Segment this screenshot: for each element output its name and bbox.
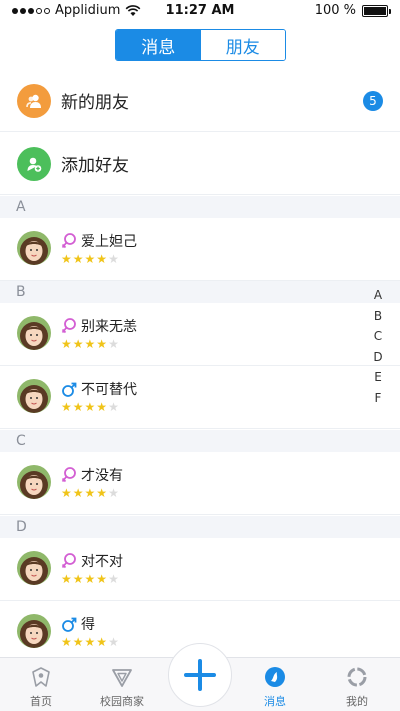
section-header-a: A	[0, 196, 400, 218]
star-icon: ★	[72, 572, 84, 586]
add-button[interactable]	[168, 643, 232, 707]
index-letter-d[interactable]: D	[373, 347, 382, 368]
female-icon	[61, 552, 77, 570]
alphabet-index-bar[interactable]: ABCDEF	[370, 285, 386, 409]
segmented-control: 消息 朋友	[115, 29, 286, 61]
star-icon: ★	[108, 572, 119, 586]
contact-row[interactable]: 爱上妲己 ★ ★ ★ ★ ★	[0, 218, 400, 281]
avatar	[17, 465, 51, 499]
tab-profile[interactable]: 我的	[317, 658, 397, 711]
star-icon: ★	[72, 486, 84, 500]
tab-profile-label: 我的	[346, 695, 368, 708]
index-letter-a[interactable]: A	[374, 285, 382, 306]
index-letter-b[interactable]: B	[374, 306, 382, 327]
star-icon: ★	[61, 635, 72, 649]
tab-home-label: 首页	[30, 695, 52, 708]
new-friends-badge: 5	[363, 90, 383, 111]
tab-home[interactable]: 首页	[1, 658, 81, 711]
profile-icon	[345, 665, 369, 689]
add-friend-row[interactable]: 添加好友	[0, 133, 400, 195]
star-icon: ★	[72, 635, 84, 649]
index-letter-f[interactable]: F	[375, 388, 382, 409]
female-icon	[61, 466, 77, 484]
star-icon: ★	[72, 252, 84, 266]
contact-name: 对不对	[81, 554, 123, 570]
contact-row[interactable]: 才没有 ★ ★ ★ ★ ★	[0, 452, 400, 515]
star-icon: ★	[72, 337, 84, 351]
star-rating: ★ ★ ★ ★ ★	[61, 338, 119, 351]
star-icon: ★	[96, 337, 108, 351]
battery-percent: 100 %	[314, 3, 356, 18]
avatar	[17, 614, 51, 648]
section-header-d: D	[0, 516, 400, 538]
star-icon: ★	[96, 572, 108, 586]
add-friend-icon	[17, 146, 51, 181]
star-icon: ★	[108, 252, 119, 266]
new-friends-label: 新的朋友	[61, 93, 129, 113]
star-icon: ★	[72, 400, 84, 414]
star-icon: ★	[96, 486, 108, 500]
star-icon: ★	[61, 400, 72, 414]
star-icon: ★	[108, 337, 119, 351]
star-icon: ★	[84, 337, 96, 351]
star-icon: ★	[61, 337, 72, 351]
female-icon	[61, 317, 77, 335]
campus-shop-icon	[110, 665, 134, 689]
contact-row[interactable]: 对不对 ★ ★ ★ ★ ★	[0, 538, 400, 601]
contact-row[interactable]: 别来无恙 ★ ★ ★ ★ ★	[0, 303, 400, 366]
avatar	[17, 379, 51, 413]
star-icon: ★	[61, 252, 72, 266]
contact-name: 爱上妲己	[81, 234, 137, 250]
section-header-b: B	[0, 281, 400, 303]
star-icon: ★	[108, 486, 119, 500]
battery-level	[364, 6, 386, 15]
star-icon: ★	[84, 635, 96, 649]
status-right: 100 %	[314, 3, 391, 18]
tab-messages-bottom[interactable]: 消息	[235, 658, 315, 711]
male-icon	[61, 380, 77, 398]
star-icon: ★	[61, 486, 72, 500]
star-rating: ★ ★ ★ ★ ★	[61, 573, 119, 586]
star-icon: ★	[84, 400, 96, 414]
add-friend-label: 添加好友	[61, 156, 129, 176]
star-icon: ★	[96, 635, 108, 649]
female-icon	[61, 232, 77, 250]
new-friends-row[interactable]: 新的朋友 5	[0, 70, 400, 132]
star-icon: ★	[61, 572, 72, 586]
plus-icon	[184, 659, 216, 691]
index-letter-e[interactable]: E	[374, 367, 382, 388]
section-header-c: C	[0, 430, 400, 452]
star-icon: ★	[108, 635, 119, 649]
star-icon: ★	[96, 400, 108, 414]
index-letter-c[interactable]: C	[374, 326, 382, 347]
avatar	[17, 316, 51, 350]
star-rating: ★ ★ ★ ★ ★	[61, 401, 119, 414]
status-bar: Applidium 11:27 AM 100 %	[0, 0, 400, 22]
male-icon	[61, 615, 77, 633]
home-icon	[29, 665, 53, 689]
tab-friends[interactable]: 朋友	[200, 30, 285, 60]
tab-messages[interactable]: 消息	[116, 30, 201, 60]
tab-campus-shop-label: 校园商家	[100, 695, 144, 708]
contact-name: 不可替代	[81, 382, 137, 398]
avatar	[17, 551, 51, 585]
star-icon: ★	[84, 486, 96, 500]
message-icon	[263, 665, 287, 689]
avatar	[17, 231, 51, 265]
star-icon: ★	[108, 400, 119, 414]
new-friends-icon	[17, 83, 51, 118]
star-rating: ★ ★ ★ ★ ★	[61, 253, 119, 266]
star-icon: ★	[96, 252, 108, 266]
contact-name: 得	[81, 617, 95, 633]
contact-name: 别来无恙	[81, 319, 137, 335]
battery-icon	[362, 4, 391, 17]
tab-campus-shop[interactable]: 校园商家	[82, 658, 162, 711]
star-rating: ★ ★ ★ ★ ★	[61, 636, 119, 649]
star-icon: ★	[84, 252, 96, 266]
contact-name: 才没有	[81, 468, 123, 484]
star-icon: ★	[84, 572, 96, 586]
star-rating: ★ ★ ★ ★ ★	[61, 487, 119, 500]
tab-messages-bottom-label: 消息	[264, 695, 286, 708]
contact-row[interactable]: 不可替代 ★ ★ ★ ★ ★	[0, 366, 400, 429]
